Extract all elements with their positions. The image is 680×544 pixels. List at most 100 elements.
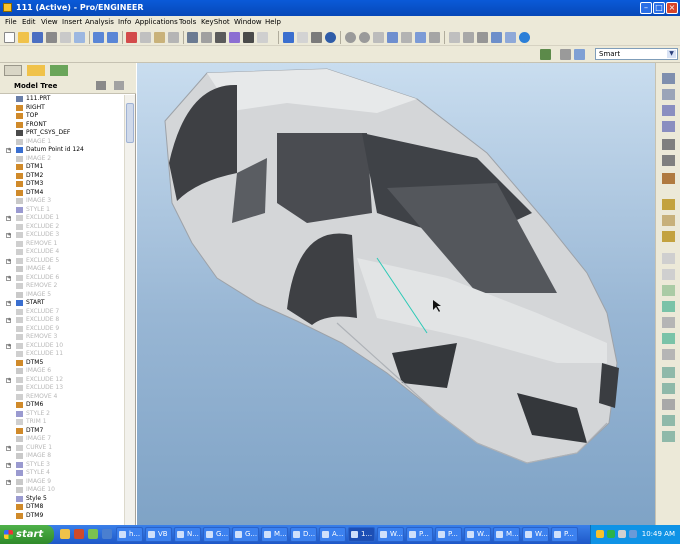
extrude-tool-icon[interactable] (662, 199, 675, 210)
taskbar-button[interactable]: h... (116, 527, 143, 542)
menu-view[interactable]: View (41, 18, 58, 26)
menu-insert[interactable]: Insert (62, 18, 82, 26)
taskbar-button[interactable]: G... (232, 527, 259, 542)
enhanced-realism-icon[interactable] (505, 32, 516, 43)
tree-item[interactable]: + EXCLUDE 3 (0, 231, 124, 240)
copy-icon[interactable] (140, 32, 151, 43)
taskbar-button[interactable]: D... (290, 527, 317, 542)
round-tool-icon[interactable] (662, 317, 675, 328)
tree-item[interactable]: + START (0, 299, 124, 308)
tree-item[interactable]: IMAGE 6 (0, 367, 124, 376)
menu-edit[interactable]: Edit (22, 18, 36, 26)
regenerate-icon[interactable] (187, 32, 198, 43)
tree-item[interactable]: PRT_CSYS_DEF (0, 129, 124, 138)
saved-views-icon[interactable] (401, 32, 412, 43)
zoom-in-icon[interactable] (345, 32, 356, 43)
taskbar-button[interactable]: W... (464, 527, 491, 542)
taskbar-button[interactable]: G... (203, 527, 230, 542)
tray-app-icon[interactable] (629, 530, 637, 538)
tree-columns-icon[interactable] (114, 81, 124, 90)
tree-item[interactable]: REMOVE 3 (0, 333, 124, 342)
model-player-icon[interactable] (229, 32, 240, 43)
taskbar-button[interactable]: W... (522, 527, 549, 542)
taskbar-button[interactable]: P... (551, 527, 578, 542)
tree-item[interactable]: EXCLUDE 7 (0, 308, 124, 317)
print-icon[interactable] (46, 32, 57, 43)
tree-item[interactable]: + IMAGE 9 (0, 478, 124, 487)
datum-point-tool-icon[interactable] (662, 139, 675, 150)
chamfer-tool-icon[interactable] (662, 333, 675, 344)
tree-item[interactable]: + STYLE 3 (0, 461, 124, 470)
tree-item[interactable]: STYLE 1 (0, 206, 124, 215)
tree-item[interactable]: + EXCLUDE 8 (0, 316, 124, 325)
taskbar-button[interactable]: A... (319, 527, 346, 542)
view-manager-icon[interactable] (429, 32, 440, 43)
tree-item[interactable]: DTM6 (0, 401, 124, 410)
draft-tool-icon[interactable] (662, 301, 675, 312)
tree-item[interactable]: IMAGE 5 (0, 291, 124, 300)
maximize-button[interactable]: □ (653, 2, 665, 14)
tree-item[interactable]: DTM4 (0, 189, 124, 198)
tree-item[interactable]: DTM3 (0, 180, 124, 189)
mirror-tool-icon[interactable] (662, 367, 675, 378)
menu-tools[interactable]: Tools (179, 18, 196, 26)
zoom-out-icon[interactable] (359, 32, 370, 43)
expand-icon[interactable]: + (6, 377, 11, 383)
quick-launch-app-icon[interactable] (74, 529, 84, 539)
tree-item[interactable]: + Datum Point id 124 (0, 146, 124, 155)
redo-icon[interactable] (107, 32, 118, 43)
menu-keyshot[interactable]: KeyShot (201, 18, 230, 26)
tree-item[interactable]: IMAGE 4 (0, 265, 124, 274)
pattern-tool-icon[interactable] (662, 349, 675, 360)
tree-item[interactable]: TRIM 1 (0, 418, 124, 427)
tree-item[interactable]: STYLE 2 (0, 410, 124, 419)
csys-display-icon[interactable] (574, 49, 585, 60)
tree-item[interactable]: + EXCLUDE 12 (0, 376, 124, 385)
menu-applications[interactable]: Applications (135, 18, 178, 26)
tray-app-icon[interactable] (607, 530, 615, 538)
paste-special-icon[interactable] (168, 32, 179, 43)
tree-item[interactable]: REMOVE 1 (0, 240, 124, 249)
quick-launch-app-icon[interactable] (88, 529, 98, 539)
taskbar-button[interactable]: W... (377, 527, 404, 542)
expand-icon[interactable]: + (6, 216, 11, 221)
tree-item[interactable]: 111.PRT (0, 95, 124, 104)
datum-plane-tool-icon[interactable] (662, 73, 675, 84)
merge-tool-icon[interactable] (662, 383, 675, 394)
tree-item[interactable]: IMAGE 2 (0, 155, 124, 164)
tray-app-icon[interactable] (596, 530, 604, 538)
graphics-window[interactable] (137, 63, 655, 525)
selection-filter-dropdown[interactable]: Smart ▼ (595, 48, 678, 60)
menu-info[interactable]: Info (118, 18, 131, 26)
scrollbar-thumb[interactable] (126, 103, 134, 143)
tree-item[interactable]: DTM1 (0, 163, 124, 172)
open-folder-icon[interactable] (18, 32, 29, 43)
expand-icon[interactable]: + (6, 445, 11, 451)
trim-tool-icon[interactable] (662, 399, 675, 410)
model-tree-scrollbar[interactable] (124, 95, 135, 525)
tree-item[interactable]: Style 5 (0, 495, 124, 504)
taskbar-button[interactable]: M... (493, 527, 520, 542)
chevron-down-icon[interactable]: ▼ (667, 50, 676, 58)
model-tree-tab-icon[interactable] (4, 65, 22, 76)
reorient-icon[interactable] (387, 32, 398, 43)
minimize-button[interactable]: – (640, 2, 652, 14)
tree-item[interactable]: DTM8 (0, 503, 124, 512)
tree-item[interactable]: + EXCLUDE 6 (0, 274, 124, 283)
analysis-tool-icon[interactable] (662, 173, 675, 184)
sweep-tool-icon[interactable] (662, 231, 675, 242)
cut-icon[interactable] (126, 32, 137, 43)
car-body-model[interactable] (137, 63, 655, 525)
offset-tool-icon[interactable] (662, 415, 675, 426)
show-settings-icon[interactable] (96, 81, 106, 90)
undo-icon[interactable] (93, 32, 104, 43)
expand-icon[interactable]: + (6, 275, 11, 281)
hidden-line-icon[interactable] (463, 32, 474, 43)
binoculars-icon[interactable] (243, 32, 254, 43)
folder-browser-tab-icon[interactable] (27, 65, 45, 76)
refit-icon[interactable] (373, 32, 384, 43)
no-hidden-icon[interactable] (477, 32, 488, 43)
menu-file[interactable]: File (5, 18, 17, 26)
quick-launch-folder-icon[interactable] (60, 529, 70, 539)
shell-tool-icon[interactable] (662, 269, 675, 280)
